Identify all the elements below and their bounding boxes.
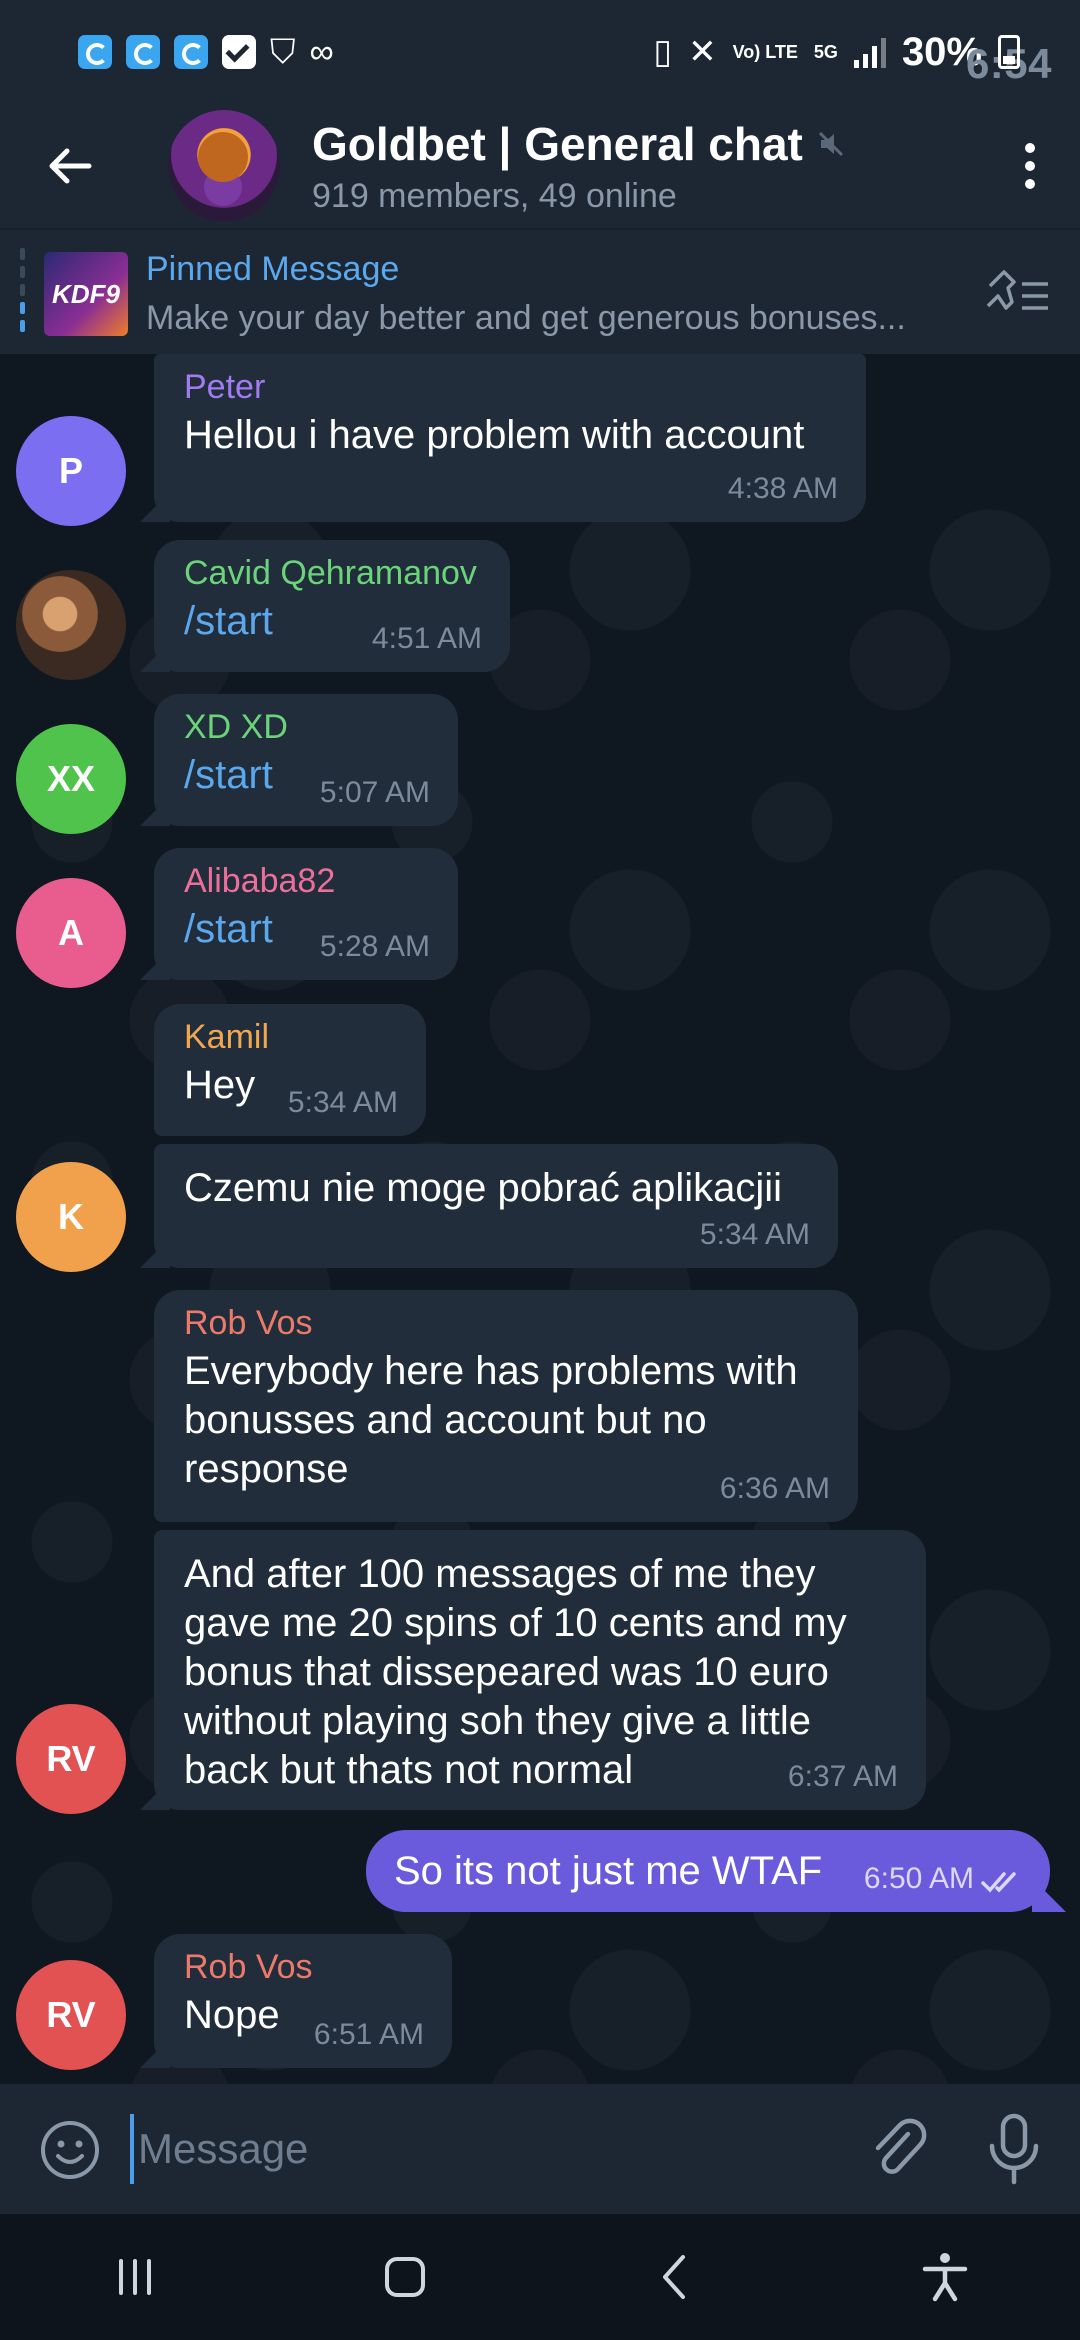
back-button[interactable]: [0, 104, 140, 228]
message-input[interactable]: [130, 2114, 830, 2184]
recents-icon: [119, 2259, 151, 2295]
sender-name[interactable]: Rob Vos: [184, 1304, 828, 1343]
sender-name[interactable]: Alibaba82: [184, 862, 428, 901]
member-count: 919 members, 49 online: [312, 176, 677, 215]
arrow-left-icon: [49, 148, 92, 184]
chat-header: Goldbet | General chat 919 members, 49 o…: [0, 104, 1080, 228]
chat-title-text: Goldbet | General chat: [312, 117, 803, 170]
avatar-initials: RV: [46, 1738, 96, 1779]
accessibility-icon: [922, 2253, 968, 2302]
message-time: 5:34 AM: [287, 1086, 398, 1119]
group-avatar[interactable]: [168, 110, 280, 222]
chat-title: Goldbet | General chat: [312, 117, 845, 171]
avatar[interactable]: [16, 570, 126, 680]
outgoing-message-bubble[interactable]: So its not just me WTAF 6:50 AM: [366, 1830, 1050, 1912]
dot-icon: [1025, 179, 1035, 189]
notification-icons: ⛉ ∞: [78, 35, 334, 69]
message-bubble[interactable]: And after 100 messages of me they gave m…: [154, 1530, 926, 1810]
read-checkmarks-icon: [981, 1872, 1016, 1893]
home-button[interactable]: [345, 2227, 465, 2327]
avatar[interactable]: RV: [16, 1960, 126, 2070]
app-notification-icon: [174, 35, 208, 69]
pinned-title: Pinned Message: [146, 250, 400, 288]
message-time: 6:51 AM: [313, 2018, 424, 2051]
message-composer: [0, 2084, 1080, 2214]
sender-name[interactable]: Kamil: [184, 1018, 396, 1057]
avatar[interactable]: XX: [16, 724, 126, 834]
message-bubble[interactable]: Peter Hellou i have problem with account…: [154, 354, 866, 522]
message-bubble[interactable]: Kamil Hey 5:34 AM: [154, 1004, 426, 1136]
avatar[interactable]: K: [16, 1162, 126, 1272]
more-options-button[interactable]: [980, 104, 1080, 228]
message-text: Hellou i have problem with account: [184, 413, 805, 457]
mute-vibrate-icon: ✕: [688, 33, 717, 71]
avatar-initials: P: [58, 450, 83, 491]
sender-name[interactable]: Peter: [184, 368, 836, 407]
pinned-message-bar[interactable]: KDF9 Pinned Message Make your day better…: [0, 228, 1080, 354]
message-text: So its not just me WTAF: [394, 1848, 823, 1893]
infinity-icon: ∞: [309, 33, 334, 71]
avatar-initials: K: [58, 1196, 84, 1237]
message-time: 5:28 AM: [319, 930, 430, 963]
status-bar: 6:54 ⛉ ∞ ▯ ✕ Vo) LTE 5G 30%: [0, 0, 1080, 104]
pinned-indicator: [20, 248, 25, 338]
avatar-initials: XX: [46, 758, 96, 799]
pinned-thumbnail-text: KDF9: [52, 278, 120, 309]
avatar[interactable]: A: [16, 878, 126, 988]
message-time: 5:34 AM: [699, 1218, 810, 1251]
avatar[interactable]: P: [16, 416, 126, 526]
pinned-thumbnail: KDF9: [44, 252, 128, 336]
home-icon: [385, 2257, 425, 2297]
avatar-initials: A: [58, 912, 84, 953]
system-navigation-bar: [0, 2214, 1080, 2340]
paperclip-icon[interactable]: [862, 2114, 932, 2184]
message-time: 4:38 AM: [727, 472, 838, 505]
signal-icon: [853, 36, 886, 68]
message-bubble[interactable]: Rob Vos Nope 6:51 AM: [154, 1934, 452, 2068]
sender-name[interactable]: Rob Vos: [184, 1948, 422, 1987]
message-list[interactable]: P Peter Hellou i have problem with accou…: [0, 354, 1080, 2084]
sender-name[interactable]: Cavid Qehramanov: [184, 554, 480, 593]
shield-icon: ⛉: [270, 33, 296, 71]
message-time: 6:50 AM: [863, 1862, 974, 1895]
message-text: And after 100 messages of me they gave m…: [184, 1552, 847, 1792]
message-bubble[interactable]: Czemu nie moge pobrać aplikacjii 5:34 AM: [154, 1144, 838, 1268]
accessibility-button[interactable]: [885, 2227, 1005, 2327]
app-notification-icon: [126, 35, 160, 69]
battery-saver-icon: ▯: [653, 33, 673, 71]
message-time: 4:51 AM: [371, 622, 482, 655]
volte-label: Vo) LTE: [732, 42, 798, 62]
message-bubble[interactable]: XD XD /start 5:07 AM: [154, 694, 458, 826]
dot-icon: [1025, 161, 1035, 171]
checkbox-notification-icon: [222, 35, 256, 69]
avatar[interactable]: RV: [16, 1704, 126, 1814]
message-time: 5:07 AM: [319, 776, 430, 809]
pinned-text: Make your day better and get generous bo…: [146, 299, 906, 337]
microphone-icon[interactable]: [984, 2112, 1044, 2188]
message-time: 6:36 AM: [719, 1472, 830, 1505]
battery-icon: [998, 35, 1020, 69]
pinned-content: Pinned Message Make your day better and …: [146, 250, 966, 338]
avatar-initials: RV: [46, 1994, 96, 2035]
recent-apps-button[interactable]: [75, 2227, 195, 2327]
muted-icon: [818, 131, 843, 156]
emoji-icon[interactable]: [38, 2118, 102, 2182]
message-time: 6:37 AM: [787, 1760, 898, 1793]
network-type-label: 5G: [813, 42, 838, 62]
message-bubble[interactable]: Rob Vos Everybody here has problems with…: [154, 1290, 858, 1522]
message-text: Czemu nie moge pobrać aplikacjii: [184, 1166, 783, 1210]
app-notification-icon: [78, 35, 112, 69]
pinned-list-icon[interactable]: [984, 266, 1052, 322]
back-nav-button[interactable]: [615, 2227, 735, 2327]
dot-icon: [1025, 143, 1035, 153]
chat-info[interactable]: Goldbet | General chat 919 members, 49 o…: [312, 117, 845, 216]
chevron-left-icon: [663, 2255, 685, 2299]
message-bubble[interactable]: Alibaba82 /start 5:28 AM: [154, 848, 458, 980]
sender-name[interactable]: XD XD: [184, 708, 428, 747]
message-bubble[interactable]: Cavid Qehramanov /start 4:51 AM: [154, 540, 510, 672]
